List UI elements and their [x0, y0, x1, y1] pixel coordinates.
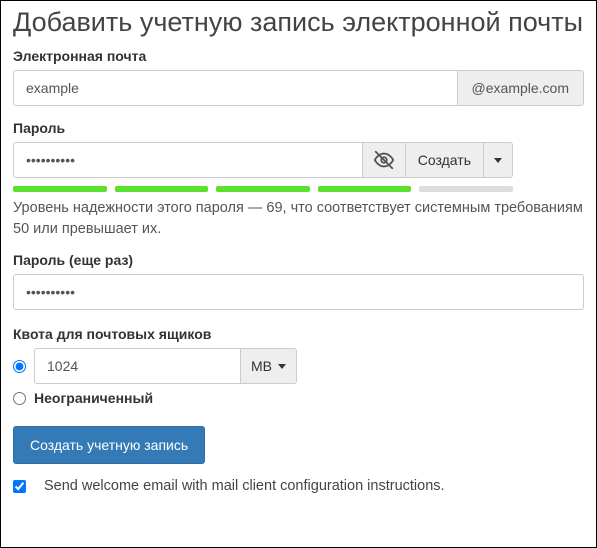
welcome-email-checkbox[interactable]: [13, 480, 26, 493]
chevron-down-icon: [278, 364, 286, 369]
chevron-down-icon: [494, 158, 502, 163]
email-input[interactable]: [13, 70, 458, 106]
generate-password-button[interactable]: Создать: [406, 142, 484, 178]
password-confirm-input[interactable]: [13, 274, 584, 310]
strength-segment: [419, 186, 513, 192]
welcome-email-label: Send welcome email with mail client conf…: [44, 478, 445, 494]
quota-input-group: MB: [34, 348, 234, 384]
email-domain-addon: @example.com: [458, 70, 584, 106]
strength-segment: [13, 186, 107, 192]
quota-unit-dropdown[interactable]: MB: [241, 348, 297, 384]
quota-value-input[interactable]: [34, 348, 241, 384]
strength-segment: [115, 186, 209, 192]
quota-unlimited-radio[interactable]: [13, 392, 26, 405]
strength-segment: [318, 186, 412, 192]
welcome-email-row: Send welcome email with mail client conf…: [13, 478, 584, 494]
create-account-button[interactable]: Создать учетную запись: [13, 426, 205, 464]
generate-password-dropdown[interactable]: [484, 142, 513, 178]
strength-segment: [216, 186, 310, 192]
password-strength-hint: Уровень надежности этого пароля — 69, чт…: [13, 198, 584, 240]
toggle-visibility-button[interactable]: [363, 142, 406, 178]
quota-custom-radio[interactable]: [13, 360, 26, 373]
quota-unlimited-row: Неограниченный: [13, 390, 584, 406]
eye-off-icon: [373, 149, 395, 171]
add-email-account-form: Добавить учетную запись электронной почт…: [0, 0, 597, 548]
quota-custom-row: MB: [13, 348, 584, 384]
quota-label: Квота для почтовых ящиков: [13, 326, 584, 342]
password-input[interactable]: [13, 142, 363, 178]
password-strength-meter: [13, 186, 513, 192]
password-confirm-label: Пароль (еще раз): [13, 252, 584, 268]
password-label: Пароль: [13, 120, 584, 136]
email-label: Электронная почта: [13, 48, 584, 64]
password-input-group: Создать: [13, 142, 513, 178]
page-title: Добавить учетную запись электронной почт…: [13, 7, 584, 38]
quota-unlimited-label: Неограниченный: [34, 390, 153, 406]
email-input-group: @example.com: [13, 70, 584, 106]
quota-unit-label: MB: [251, 358, 272, 374]
